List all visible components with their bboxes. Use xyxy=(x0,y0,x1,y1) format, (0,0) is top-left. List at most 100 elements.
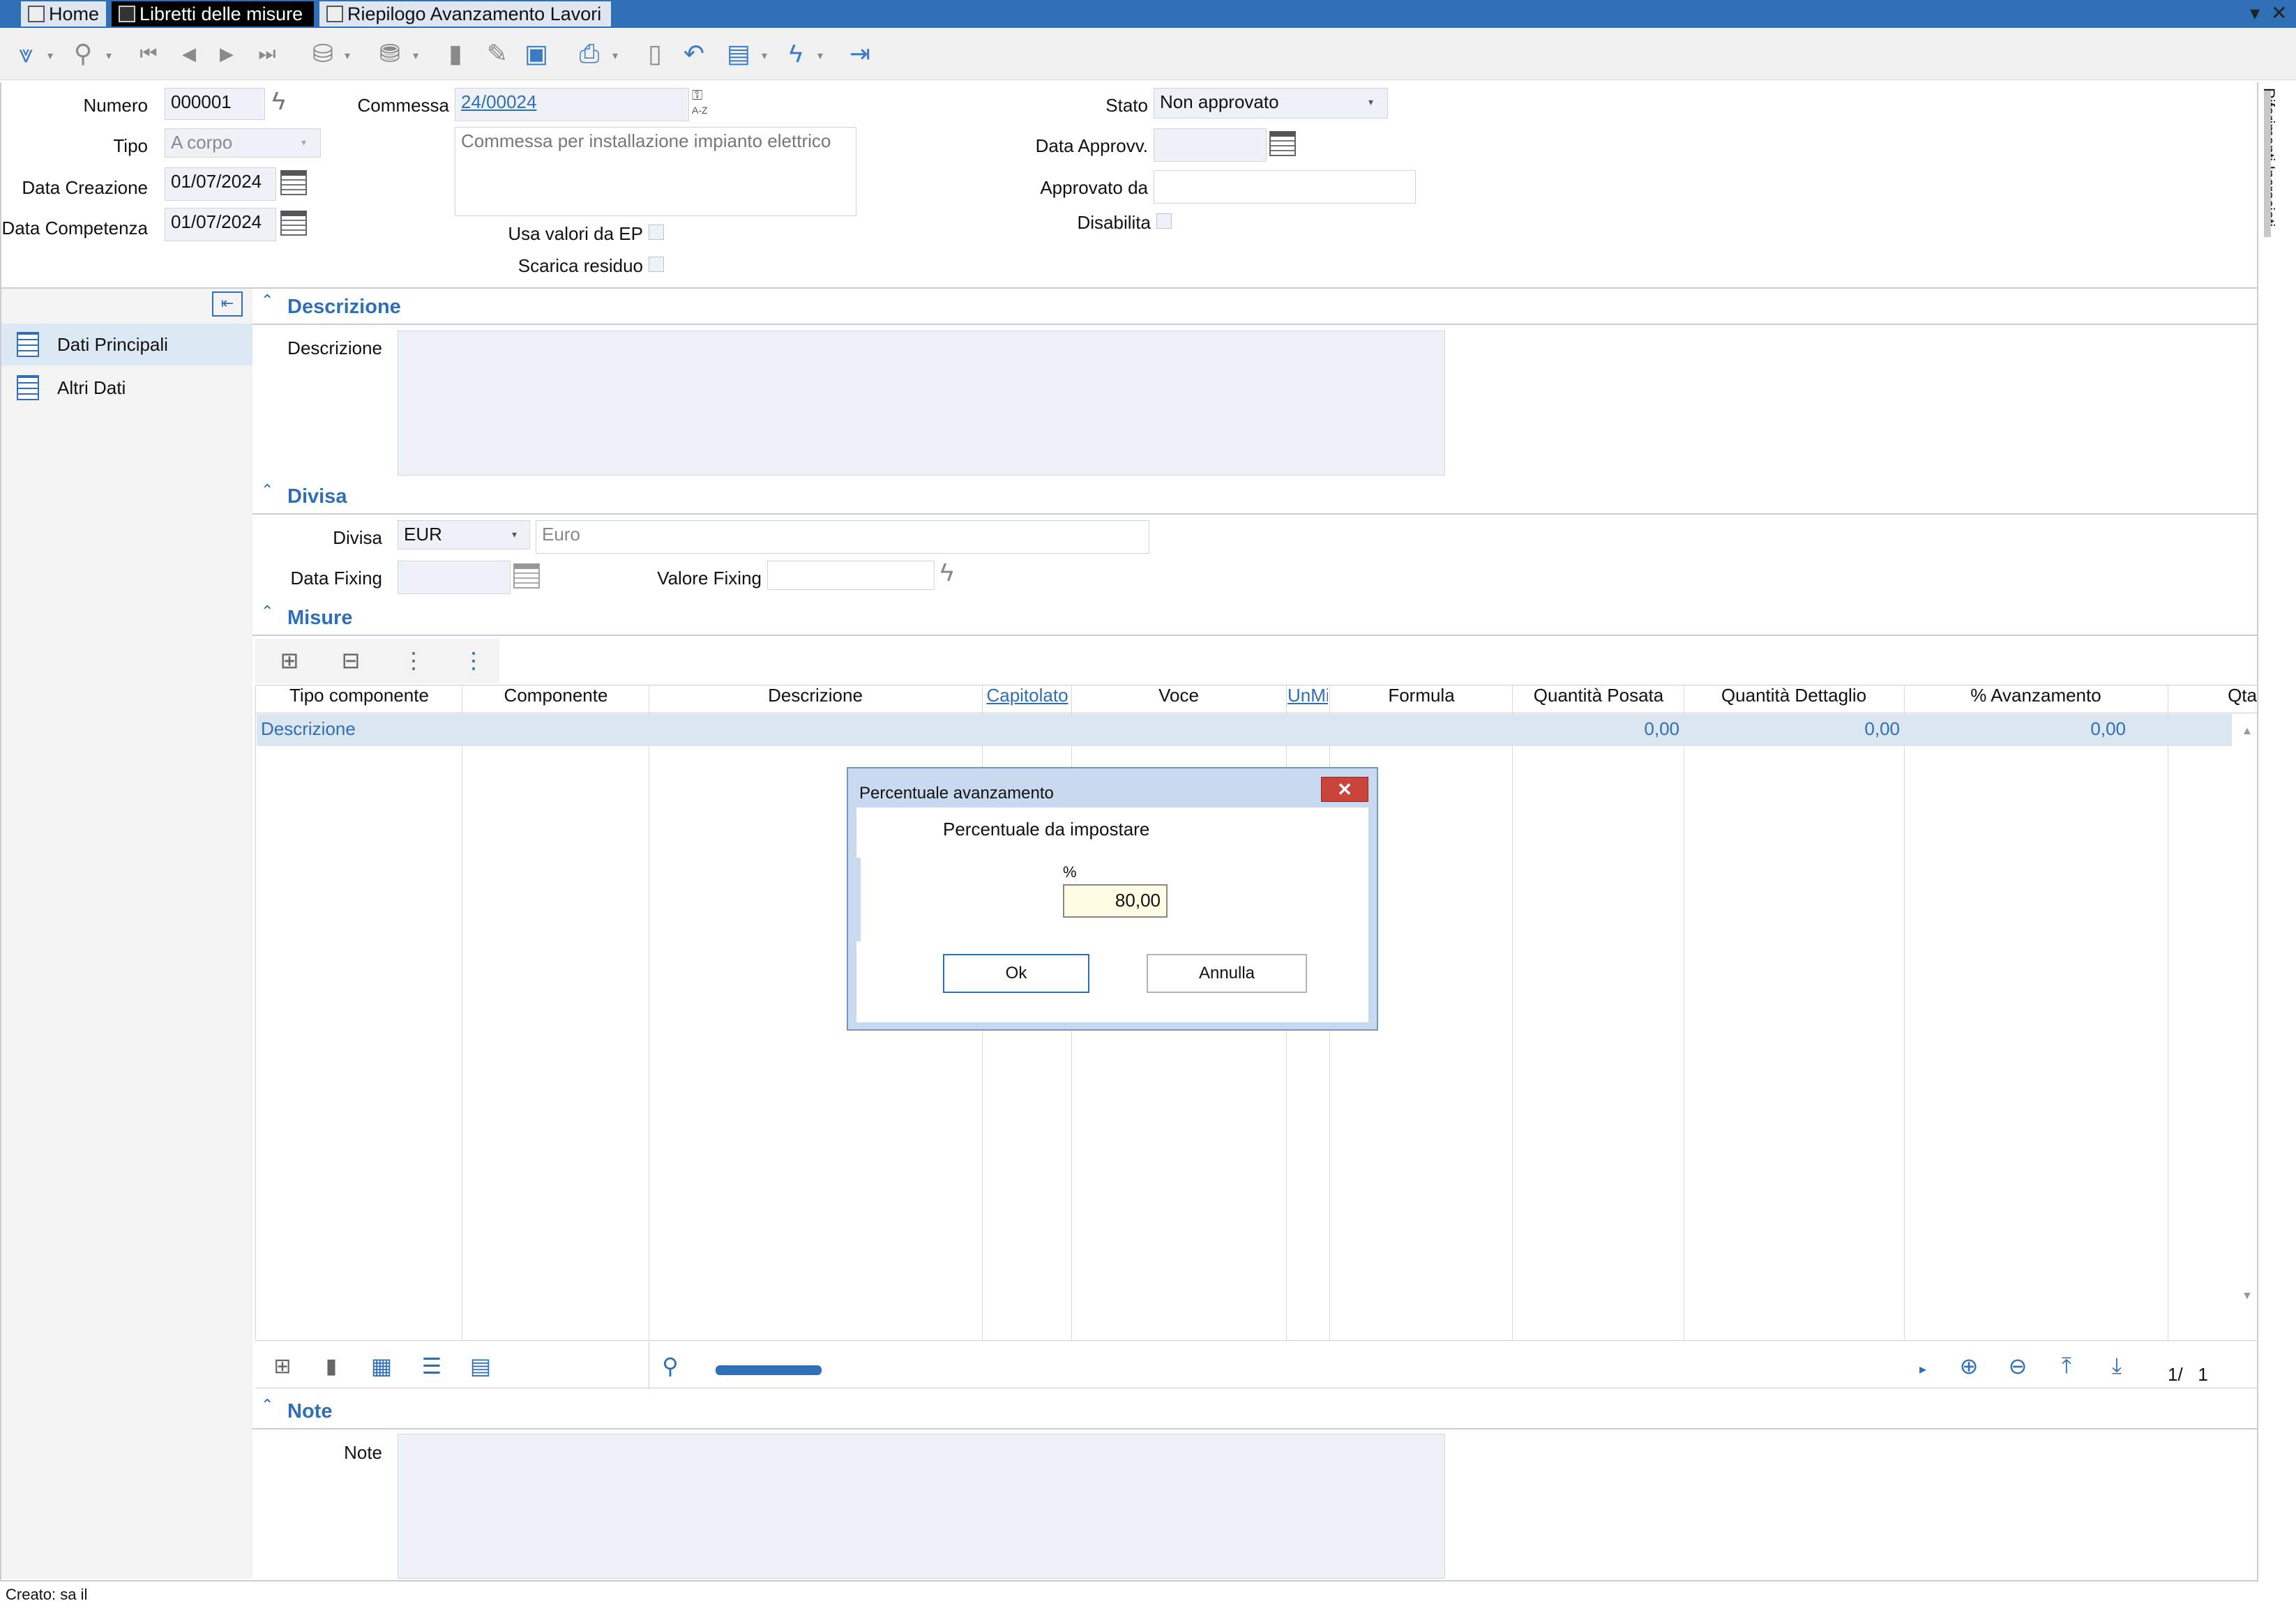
collapse-panel-icon[interactable]: ⇤ xyxy=(212,291,243,317)
section-underline xyxy=(252,324,2258,325)
zoom-out-icon[interactable]: ⊖ xyxy=(2002,1350,2034,1382)
grid-col-border xyxy=(1904,685,1905,1340)
go-bottom-icon[interactable]: ⤓ xyxy=(2101,1350,2133,1382)
collapse-window-button[interactable]: ▾ xyxy=(2250,1,2260,24)
collapse-misure-icon[interactable]: ⌃ xyxy=(261,602,273,621)
database-icon[interactable]: ⛃ xyxy=(374,38,406,70)
undo-icon[interactable]: ↶ xyxy=(678,38,710,70)
usa-valori-label: Usa valori da EP xyxy=(508,223,643,244)
col-tipo-componente[interactable]: Tipo componente xyxy=(258,685,460,710)
divisa-description: Euro xyxy=(536,520,1149,554)
tree-structure-icon[interactable]: ⋮ xyxy=(458,644,490,676)
grid-view-icon[interactable]: ▦ xyxy=(365,1350,398,1382)
report-icon[interactable]: ▤ xyxy=(723,38,755,70)
exit-icon[interactable]: ⇥ xyxy=(844,38,876,70)
col-avanzamento[interactable]: % Avanzamento xyxy=(1905,685,2166,710)
expand-tree-icon[interactable]: ⊞ xyxy=(273,644,305,676)
col-capitolato[interactable]: Capitolato xyxy=(983,685,1071,710)
col-componente[interactable]: Componente xyxy=(463,685,649,710)
satellite-icon[interactable]: ⛁ xyxy=(307,38,339,70)
divisa-select[interactable]: EUR xyxy=(398,520,530,549)
nav-item-dati-principali[interactable]: Dati Principali xyxy=(1,324,252,365)
col-quantita-dettaglio[interactable]: Quantità Dettaglio xyxy=(1685,685,1903,710)
col-qta[interactable]: Qta xyxy=(2169,685,2257,710)
save-icon[interactable]: ▣ xyxy=(520,38,552,70)
col-descrizione[interactable]: Descrizione xyxy=(650,685,981,710)
calendar-icon[interactable] xyxy=(280,211,307,236)
ok-button[interactable]: Ok xyxy=(943,954,1089,993)
stato-label: Stato xyxy=(1105,95,1148,116)
search-icon[interactable]: ⚲ xyxy=(67,38,99,70)
tab-riepilogo[interactable]: Riepilogo Avanzamento Lavori xyxy=(319,1,611,26)
status-text: Creato: sa il xyxy=(6,1586,88,1603)
detail-view-icon[interactable]: ▤ xyxy=(465,1350,497,1382)
left-navigation: ⇤ Dati Principali Altri Dati xyxy=(1,289,252,1579)
tree-icon[interactable]: ⋮ xyxy=(398,644,430,676)
tab-home[interactable]: Home xyxy=(21,1,106,26)
descrizione-textarea[interactable] xyxy=(398,331,1445,476)
expand-menu-icon[interactable]: ⩔ xyxy=(10,38,42,70)
usa-valori-checkbox[interactable] xyxy=(649,225,664,240)
grid-bottom-border xyxy=(255,1340,2257,1341)
commessa-label: Commessa xyxy=(357,95,449,116)
close-window-button[interactable]: ✕ xyxy=(2271,1,2287,24)
list-view-icon[interactable]: ☰ xyxy=(416,1350,448,1382)
go-top-icon[interactable]: ⤒ xyxy=(2050,1350,2083,1382)
col-quantita-posata[interactable]: Quantità Posata xyxy=(1513,685,1684,710)
section-underline xyxy=(252,1428,2258,1429)
collapse-descrizione-icon[interactable]: ⌃ xyxy=(261,291,273,310)
data-approvv-field[interactable] xyxy=(1154,128,1267,162)
first-record-icon[interactable]: ⏮ xyxy=(133,38,165,70)
dialog-accent xyxy=(856,858,861,941)
col-voce[interactable]: Voce xyxy=(1073,685,1285,710)
tipo-label: Tipo xyxy=(113,135,148,156)
stato-select[interactable]: Non approvato xyxy=(1154,88,1388,119)
data-creazione-field[interactable]: 01/07/2024 xyxy=(165,167,276,201)
calendar-icon[interactable] xyxy=(513,563,540,589)
delete-row-icon[interactable]: ▮ xyxy=(315,1350,347,1382)
lightning-icon[interactable]: ϟ xyxy=(272,86,285,116)
tab-libretti[interactable]: Libretti delle misure xyxy=(112,1,314,26)
side-panel-scroll[interactable] xyxy=(2264,91,2271,237)
next-record-icon[interactable]: ▶ xyxy=(211,38,243,70)
action-lightning-icon[interactable]: ϟ xyxy=(780,38,812,70)
note-textarea[interactable] xyxy=(398,1434,1445,1579)
disabilita-checkbox[interactable] xyxy=(1156,213,1172,229)
edit-icon[interactable]: ✎ xyxy=(481,38,513,70)
calendar-icon[interactable] xyxy=(280,170,307,195)
collapse-note-icon[interactable]: ⌃ xyxy=(261,1396,273,1414)
numero-field[interactable]: 000001 xyxy=(165,88,265,120)
delete-icon[interactable]: ▯ xyxy=(639,38,671,70)
add-row-icon[interactable]: ⊞ xyxy=(266,1350,299,1382)
data-competenza-field[interactable]: 01/07/2024 xyxy=(165,208,276,241)
search-icon[interactable]: ⚲ xyxy=(654,1350,686,1382)
close-icon[interactable]: ✕ xyxy=(1321,777,1368,802)
add-child-icon[interactable]: ⊟ xyxy=(335,644,367,676)
scroll-right-icon[interactable]: ▸ xyxy=(1907,1353,1939,1385)
nav-item-altri-dati[interactable]: Altri Dati xyxy=(1,367,252,409)
scroll-up-icon[interactable]: ▲ xyxy=(2242,725,2253,738)
new-document-icon[interactable]: ▮ xyxy=(439,38,471,70)
last-record-icon[interactable]: ⏭ xyxy=(251,38,283,70)
col-formula[interactable]: Formula xyxy=(1331,685,1512,710)
tipo-select[interactable]: A corpo xyxy=(165,128,321,158)
key-az-icon[interactable]: ⚿ xyxy=(692,88,702,104)
previous-record-icon[interactable]: ◀ xyxy=(173,38,205,70)
percent-input[interactable]: 80,00 xyxy=(1063,884,1168,918)
data-fixing-field[interactable] xyxy=(398,561,511,594)
commessa-field[interactable]: 24/00024 xyxy=(455,88,689,121)
annulla-button[interactable]: Annulla xyxy=(1147,954,1307,993)
collapse-divisa-icon[interactable]: ⌃ xyxy=(261,481,273,499)
approvato-da-field[interactable] xyxy=(1154,170,1416,204)
disabilita-label: Disabilita xyxy=(1077,212,1151,233)
scroll-down-icon[interactable]: ▼ xyxy=(2242,1290,2253,1303)
horizontal-scrollbar[interactable] xyxy=(716,1365,822,1375)
calendar-icon[interactable] xyxy=(1269,131,1296,156)
print-icon[interactable]: ⎙ xyxy=(573,38,605,70)
valore-fixing-field[interactable] xyxy=(767,561,935,590)
zoom-in-icon[interactable]: ⊕ xyxy=(1953,1350,1985,1382)
table-icon xyxy=(17,332,39,357)
scarica-residuo-checkbox[interactable] xyxy=(649,257,664,272)
col-unmis[interactable]: UnMis xyxy=(1287,685,1328,710)
lightning-icon[interactable]: ϟ xyxy=(940,558,953,587)
